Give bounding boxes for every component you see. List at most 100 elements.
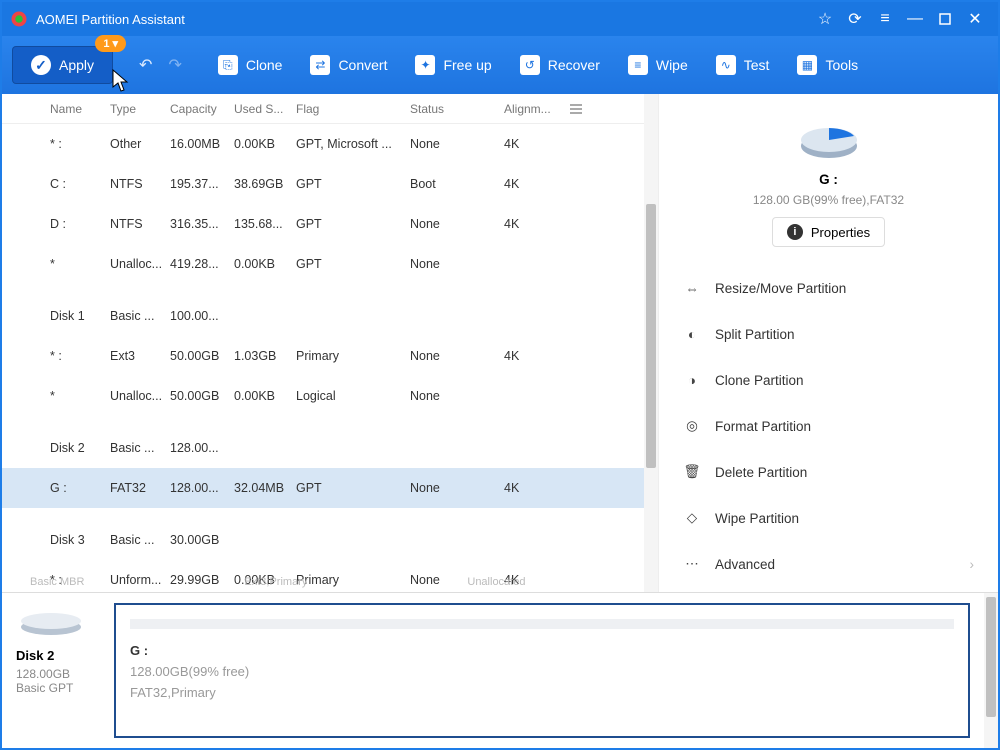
- crumb-b: Ext3;Primary: [244, 576, 307, 588]
- trash-icon: 🗑: [683, 463, 701, 481]
- bottom-part-fs: FAT32,Primary: [130, 685, 954, 700]
- col-alignment[interactable]: Alignm...: [504, 102, 564, 116]
- cell: Basic ...: [110, 441, 170, 455]
- hamburger-menu-button[interactable]: ≡: [870, 4, 900, 34]
- apply-button[interactable]: ✓ Apply 1 ▾: [12, 46, 113, 84]
- undo-button[interactable]: ↶: [139, 55, 152, 75]
- op-wipe[interactable]: ◇Wipe Partition: [663, 495, 994, 541]
- cell: Primary: [296, 349, 410, 363]
- toolbar-test[interactable]: ∿Test: [716, 55, 770, 75]
- app-logo-icon: [10, 10, 28, 28]
- op-split[interactable]: ◐Split Partition: [663, 311, 994, 357]
- cell: 16.00MB: [170, 137, 234, 151]
- col-used[interactable]: Used S...: [234, 102, 296, 116]
- cell: Logical: [296, 389, 410, 403]
- cell: G :: [50, 481, 110, 495]
- refresh-button[interactable]: ⟳: [840, 4, 870, 34]
- cell: Basic ...: [110, 309, 170, 323]
- cell: 4K: [504, 137, 564, 151]
- cell: 32.04MB: [234, 481, 296, 495]
- partition-row[interactable]: *Unalloc...50.00GB0.00KBLogicalNone: [2, 376, 644, 416]
- cell: None: [410, 481, 504, 495]
- cell: 50.00GB: [170, 349, 234, 363]
- partition-row[interactable]: *Unalloc...419.28...0.00KBGPTNone: [2, 244, 644, 284]
- cell: None: [410, 257, 504, 271]
- toolbar-recover[interactable]: ↺Recover: [520, 55, 600, 75]
- bottom-scrollbar[interactable]: [984, 593, 998, 748]
- bottom-disk-size: 128.00GB: [16, 667, 96, 681]
- pending-badge[interactable]: 1 ▾: [95, 35, 126, 52]
- cell: 4K: [504, 349, 564, 363]
- cell: Disk 2: [50, 441, 110, 455]
- disk-row[interactable]: Disk 1Basic ...100.00...: [2, 296, 644, 336]
- op-format[interactable]: ◎Format Partition: [663, 403, 994, 449]
- info-icon: i: [787, 224, 803, 240]
- drive-pie-icon: [794, 116, 864, 166]
- cell: Basic ...: [110, 533, 170, 547]
- col-capacity[interactable]: Capacity: [170, 102, 234, 116]
- cell: None: [410, 137, 504, 151]
- split-icon: ◐: [683, 325, 701, 343]
- column-settings-icon[interactable]: [570, 104, 582, 114]
- usage-bar: [130, 619, 954, 629]
- cell: *: [50, 389, 110, 403]
- toolbar-freeup[interactable]: ✦Free up: [415, 55, 491, 75]
- ellipsis-icon: ⋯: [683, 555, 701, 573]
- op-advanced[interactable]: ⋯Advanced›: [663, 541, 994, 587]
- cell: GPT, Microsoft ...: [296, 137, 410, 151]
- col-type[interactable]: Type: [110, 102, 170, 116]
- resize-icon: ⇔: [683, 279, 701, 297]
- op-delete[interactable]: 🗑Delete Partition: [663, 449, 994, 495]
- star-button[interactable]: ☆: [810, 4, 840, 34]
- col-name[interactable]: Name: [50, 102, 110, 116]
- cell: 195.37...: [170, 177, 234, 191]
- disk-row[interactable]: Disk 3Basic ...30.00GB: [2, 520, 644, 560]
- partition-row[interactable]: C :NTFS195.37...38.69GBGPTBoot4K: [2, 164, 644, 204]
- cell: Disk 3: [50, 533, 110, 547]
- col-status[interactable]: Status: [410, 102, 504, 116]
- toolbar-tools[interactable]: ▦Tools: [797, 55, 858, 75]
- disk-row[interactable]: Disk 2Basic ...128.00...: [2, 428, 644, 468]
- recover-icon: ↺: [520, 55, 540, 75]
- cell: Other: [110, 137, 170, 151]
- tools-icon: ▦: [797, 55, 817, 75]
- cell: GPT: [296, 217, 410, 231]
- properties-button[interactable]: i Properties: [772, 217, 885, 247]
- cell: GPT: [296, 481, 410, 495]
- col-flag[interactable]: Flag: [296, 102, 410, 116]
- cell: Unalloc...: [110, 389, 170, 403]
- toolbar-convert[interactable]: ⇄Convert: [310, 55, 387, 75]
- cell: *: [50, 257, 110, 271]
- redo-button[interactable]: ↷: [168, 55, 181, 75]
- op-resize-move[interactable]: ⇔Resize/Move Partition: [663, 265, 994, 311]
- bottom-partition-panel[interactable]: G : 128.00GB(99% free) FAT32,Primary: [114, 603, 970, 738]
- cell: NTFS: [110, 177, 170, 191]
- cell: Disk 1: [50, 309, 110, 323]
- format-icon: ◎: [683, 417, 701, 435]
- cell: 4K: [504, 217, 564, 231]
- cell: 50.00GB: [170, 389, 234, 403]
- cell: Ext3: [110, 349, 170, 363]
- cell: Unalloc...: [110, 257, 170, 271]
- table-scrollbar[interactable]: [644, 94, 658, 592]
- cell: GPT: [296, 177, 410, 191]
- cell: 100.00...: [170, 309, 234, 323]
- partition-row[interactable]: D :NTFS316.35...135.68...GPTNone4K: [2, 204, 644, 244]
- partition-row[interactable]: * :Ext350.00GB1.03GBPrimaryNone4K: [2, 336, 644, 376]
- cell: * :: [50, 349, 110, 363]
- minimize-button[interactable]: —: [900, 4, 930, 34]
- eraser-icon: ◇: [683, 509, 701, 527]
- bottom-disk-name: Disk 2: [16, 648, 96, 663]
- toolbar-wipe[interactable]: ≡Wipe: [628, 55, 688, 75]
- cell: D :: [50, 217, 110, 231]
- cell: None: [410, 389, 504, 403]
- maximize-button[interactable]: [930, 4, 960, 34]
- partition-row[interactable]: G :FAT32128.00...32.04MBGPTNone4K: [2, 468, 644, 508]
- cell: 0.00KB: [234, 389, 296, 403]
- partition-row[interactable]: * :Other16.00MB0.00KBGPT, Microsoft ...N…: [2, 124, 644, 164]
- toolbar-clone[interactable]: ⎘Clone: [218, 55, 283, 75]
- crumb-c: Unallocated: [467, 576, 525, 588]
- cell: 4K: [504, 177, 564, 191]
- close-button[interactable]: ✕: [960, 4, 990, 34]
- op-clone[interactable]: ◑Clone Partition: [663, 357, 994, 403]
